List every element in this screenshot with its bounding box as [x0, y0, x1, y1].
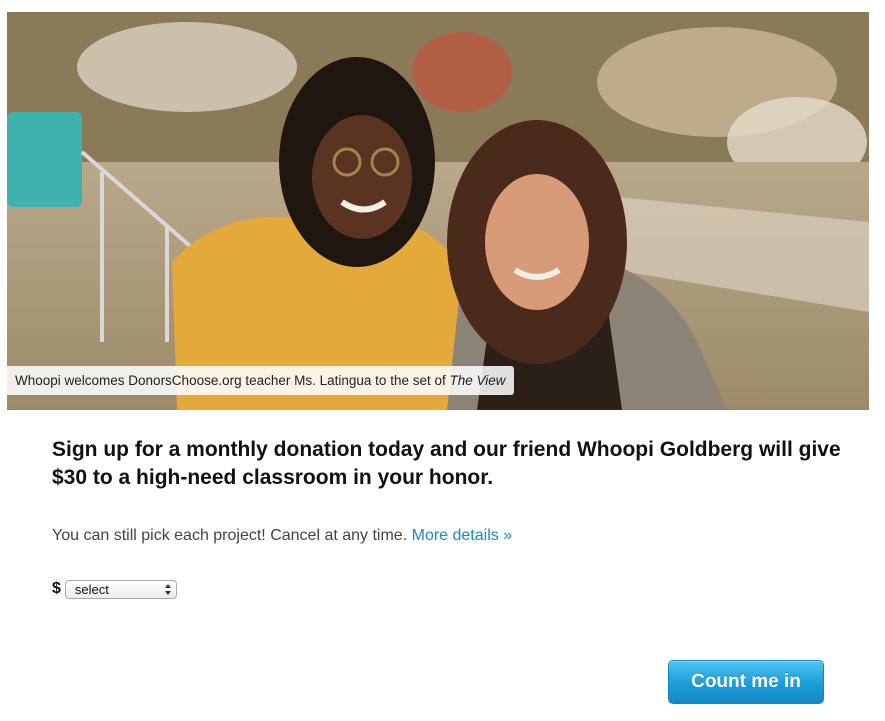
photo-caption: Whoopi welcomes DonorsChoose.org teacher…	[7, 366, 514, 395]
amount-selector-row: $ select	[52, 577, 177, 601]
photo-caption-text: Whoopi welcomes DonorsChoose.org teacher…	[15, 373, 450, 388]
hero-photo	[7, 12, 869, 410]
donation-signup-page: Whoopi welcomes DonorsChoose.org teacher…	[0, 0, 885, 721]
currency-symbol: $	[52, 580, 61, 597]
offer-subline-text: You can still pick each project! Cancel …	[52, 527, 408, 544]
count-me-in-button[interactable]: Count me in	[668, 660, 824, 704]
amount-select[interactable]: select	[64, 579, 177, 599]
photo-caption-show-title: The View	[449, 373, 506, 388]
offer-subline: You can still pick each project! Cancel …	[52, 526, 512, 546]
offer-headline: Sign up for a monthly donation today and…	[52, 438, 841, 489]
amount-select-value: select	[74, 581, 109, 597]
select-arrows-icon	[164, 583, 171, 595]
more-details-link[interactable]: More details »	[412, 527, 513, 544]
hero-photo-illustration	[7, 12, 869, 410]
